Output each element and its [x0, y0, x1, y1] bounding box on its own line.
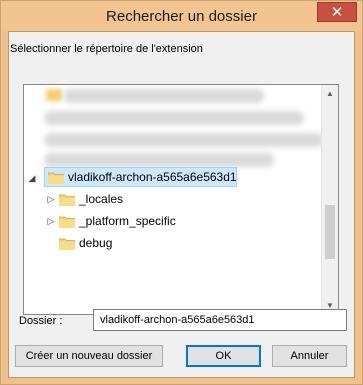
tree-item-label: _locales: [79, 192, 124, 206]
folder-icon: [48, 172, 64, 184]
folder-icon: [59, 238, 75, 250]
cancel-button[interactable]: Annuler: [272, 345, 347, 367]
expander-placeholder: [46, 233, 56, 253]
new-folder-button[interactable]: Créer un nouveau dossier: [15, 345, 163, 367]
expand-arrow-icon[interactable]: ▷: [46, 211, 56, 231]
close-icon: ✕: [330, 4, 344, 21]
dialog-body: Sélectionner le répertoire de l'extensio…: [8, 31, 355, 378]
redacted-row: [44, 153, 274, 167]
redacted-row: [44, 133, 324, 147]
instruction-text: Sélectionner le répertoire de l'extensio…: [10, 43, 203, 55]
tree-item-locales[interactable]: ▷ _locales: [44, 189, 244, 209]
tree-item-label: _platform_specific: [79, 214, 176, 228]
title-bar[interactable]: Rechercher un dossier ✕: [1, 1, 362, 31]
folder-field-label: Dossier :: [19, 315, 63, 327]
folder-tree[interactable]: ◢ vladikoff-archon-a565a6e563d1 ▷ _local…: [23, 84, 339, 315]
redacted-row: [64, 89, 264, 103]
browse-folder-dialog: Rechercher un dossier ✕ Sélectionner le …: [0, 0, 363, 385]
folder-icon: [59, 216, 75, 228]
redacted-row: [44, 111, 304, 125]
vertical-scrollbar[interactable]: ▲ ▼: [321, 85, 338, 314]
tree-item-label: debug: [79, 236, 113, 250]
scroll-up-icon[interactable]: ▲: [322, 85, 338, 102]
folder-icon: [46, 89, 62, 101]
folder-path-input[interactable]: vladikoff-archon-a565a6e563d1: [93, 309, 347, 331]
dialog-title: Rechercher un dossier: [106, 8, 257, 25]
tree-item-platform-specific[interactable]: ▷ _platform_specific: [44, 211, 244, 231]
tree-item-debug[interactable]: debug: [44, 233, 244, 253]
folder-icon: [59, 194, 75, 206]
close-button[interactable]: ✕: [317, 2, 357, 22]
tree-item-selected[interactable]: ◢ vladikoff-archon-a565a6e563d1: [29, 167, 237, 187]
scrollbar-thumb[interactable]: [325, 205, 335, 259]
expand-arrow-icon[interactable]: ▷: [46, 189, 56, 209]
tree-item-label: vladikoff-archon-a565a6e563d1: [68, 170, 237, 184]
collapse-arrow-icon[interactable]: ◢: [27, 168, 37, 188]
ok-button[interactable]: OK: [186, 345, 261, 367]
